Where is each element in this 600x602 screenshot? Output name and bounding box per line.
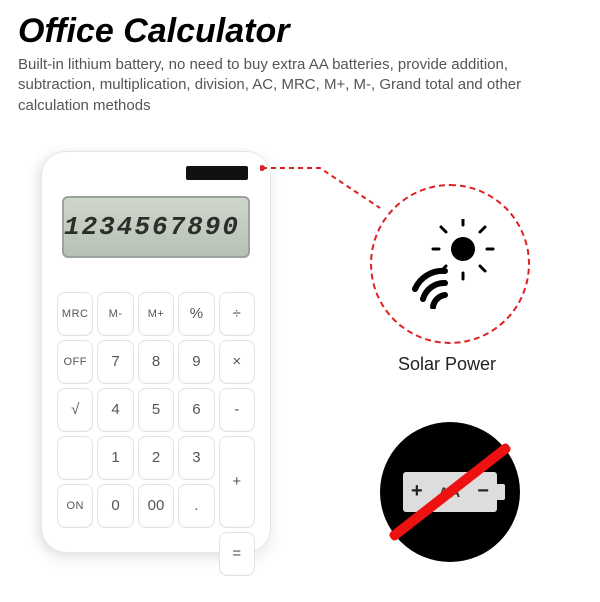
battery-plus: +: [411, 480, 423, 503]
key-6[interactable]: 6: [178, 388, 214, 432]
key-m-plus[interactable]: M+: [138, 292, 174, 336]
key-percent[interactable]: %: [178, 292, 214, 336]
calculator-display: 1234567890: [62, 196, 250, 258]
key-00[interactable]: 00: [138, 484, 174, 528]
key-on[interactable]: ON: [57, 484, 93, 528]
key-3[interactable]: 3: [178, 436, 214, 480]
key-4[interactable]: 4: [97, 388, 133, 432]
key-0[interactable]: 0: [97, 484, 133, 528]
key-5[interactable]: 5: [138, 388, 174, 432]
key-equals[interactable]: =: [219, 532, 255, 576]
key-sqrt[interactable]: √: [57, 388, 93, 432]
key-9[interactable]: 9: [178, 340, 214, 384]
sun-icon: [405, 219, 495, 309]
solar-label: Solar Power: [398, 354, 496, 375]
page-title: Office Calculator: [0, 0, 600, 55]
key-1[interactable]: 1: [97, 436, 133, 480]
key-multiply[interactable]: ×: [219, 340, 255, 384]
key-off[interactable]: OFF: [57, 340, 93, 384]
key-divide[interactable]: ÷: [219, 292, 255, 336]
battery-minus: −: [477, 480, 489, 503]
solar-callout-circle: [370, 184, 530, 344]
keypad: MRC M- M+ % ÷ OFF 7 8 9 × √ 4 5 6 - 1 2 …: [57, 292, 255, 576]
product-stage: 1234567890 MRC M- M+ % ÷ OFF 7 8 9 × √ 4…: [0, 122, 600, 602]
key-mrc[interactable]: MRC: [57, 292, 93, 336]
key-minus[interactable]: -: [219, 388, 255, 432]
key-blank[interactable]: [57, 436, 93, 480]
no-battery-badge: + AA −: [380, 422, 520, 562]
callout-leader-line: [260, 160, 390, 220]
key-plus[interactable]: +: [219, 436, 255, 528]
key-m-minus[interactable]: M-: [97, 292, 133, 336]
calculator-body: 1234567890 MRC M- M+ % ÷ OFF 7 8 9 × √ 4…: [42, 152, 270, 552]
description-text: Built-in lithium battery, no need to buy…: [0, 55, 600, 122]
key-8[interactable]: 8: [138, 340, 174, 384]
key-7[interactable]: 7: [97, 340, 133, 384]
key-dot[interactable]: .: [178, 484, 214, 528]
solar-panel: [186, 166, 248, 180]
key-2[interactable]: 2: [138, 436, 174, 480]
